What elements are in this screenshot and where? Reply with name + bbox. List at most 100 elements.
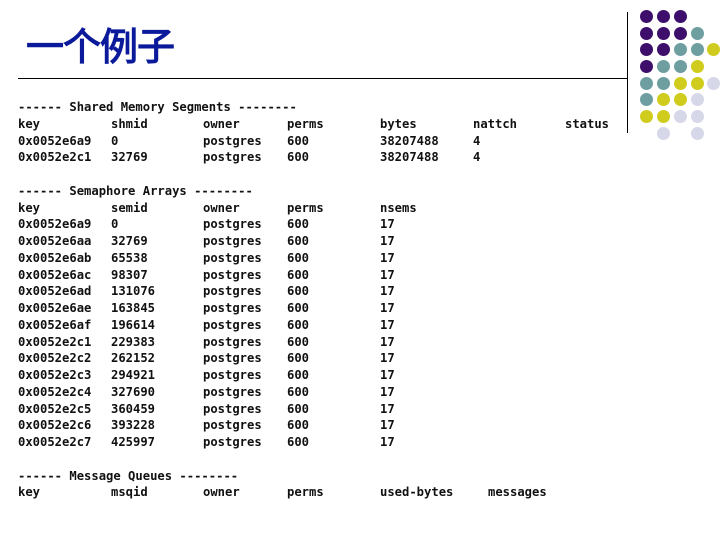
table-row-cell: 17: [380, 284, 395, 299]
section-header-semaphores: ------ Semaphore Arrays --------: [18, 183, 253, 198]
table-row: 0x0052e6ad 131076 postgres 600 17: [18, 284, 395, 301]
column-headers-message-queues-cell: used-bytes: [380, 485, 454, 500]
table-row-cell: 600: [287, 234, 310, 248]
dot-purple: [640, 59, 653, 73]
table-row-cell: 0x0052e6ac: [18, 267, 92, 282]
table-row-cell: 32769: [111, 234, 148, 248]
dot-yellow: [657, 93, 670, 106]
title-underline: [18, 78, 628, 79]
slide-title: 一个例子: [26, 24, 175, 69]
table-row-cell: 600: [287, 284, 310, 299]
dot-lavender: [674, 110, 687, 123]
table-row: 0x0052e6ac 98307 postgres 600 17: [18, 267, 395, 285]
table-row-cell: 17: [380, 435, 395, 449]
table-row-cell: 600: [287, 133, 310, 148]
table-row-cell: postgres: [203, 217, 262, 232]
table-row: 0x0052e6a9 0 postgres 600 17: [18, 217, 395, 234]
table-row-cell: 17: [380, 368, 395, 382]
table-row: 0x0052e2c3 294921 postgres 600 17: [18, 368, 395, 385]
table-row-cell: 262152: [111, 351, 156, 366]
table-row-cell: postgres: [203, 234, 262, 248]
column-headers-shared-memory-cell: nattch: [473, 116, 518, 131]
table-row-cell: 17: [380, 234, 395, 248]
table-row-cell: 38207488: [380, 133, 439, 148]
vertical-divider: [627, 12, 628, 133]
table-row-cell: 600: [287, 150, 310, 165]
table-row-cell: 4: [473, 133, 481, 148]
table-row-cell: 0x0052e6af: [18, 317, 92, 332]
column-headers-message-queues-cell: msqid: [111, 485, 148, 500]
table-row-cell: 0x0052e6a9: [18, 217, 92, 232]
table-row-cell: 425997: [111, 435, 156, 449]
table-row-cell: 229383: [111, 334, 156, 349]
table-row-cell: 600: [287, 418, 310, 433]
table-row-cell: postgres: [203, 435, 262, 449]
table-row: 0x0052e2c7 425997 postgres 600 17: [18, 435, 395, 452]
table-row-cell: 0x0052e2c4: [18, 384, 92, 399]
table-row: 0x0052e6a9 0 postgres 600 38207488 4: [18, 133, 480, 151]
dot-teal: [640, 93, 653, 106]
table-row-cell: 17: [380, 250, 395, 265]
column-headers-message-queues: key msqid owner perms used-bytes messages: [18, 485, 547, 502]
dot-grid-decoration: [640, 10, 720, 145]
table-row-cell: postgres: [203, 301, 262, 315]
dot-teal: [674, 43, 687, 56]
table-row: 0x0052e6aa 32769 postgres 600 17: [18, 234, 395, 251]
table-row-cell: 0x0052e2c7: [18, 435, 92, 449]
dot-teal: [674, 59, 687, 73]
column-headers-shared-memory-cell: status: [565, 116, 610, 131]
table-row-cell: 0x0052e2c1: [18, 150, 92, 165]
dot-purple: [657, 26, 670, 40]
table-row-cell: postgres: [203, 418, 262, 433]
dot-teal: [691, 43, 704, 56]
column-headers-semaphores-cell: semid: [111, 200, 148, 215]
column-headers-message-queues-cell: messages: [488, 485, 547, 500]
table-row-cell: 600: [287, 351, 310, 366]
dot-purple: [674, 10, 687, 23]
table-row-cell: 17: [380, 384, 395, 399]
table-row-cell: 17: [380, 334, 395, 349]
dot-purple: [674, 26, 687, 40]
table-row-cell: 0x0052e6ae: [18, 301, 92, 315]
table-row-cell: 196614: [111, 317, 156, 332]
table-row: 0x0052e2c2 262152 postgres 600 17: [18, 351, 395, 368]
dot-yellow: [674, 93, 687, 106]
column-headers-shared-memory: key shmid owner perms bytes nattch status: [18, 116, 609, 134]
table-row-cell: 600: [287, 250, 310, 265]
table-row-cell: 17: [380, 418, 395, 433]
table-row-cell: 0: [111, 217, 119, 232]
column-headers-shared-memory-cell: key: [18, 116, 41, 131]
table-row-cell: postgres: [203, 267, 262, 282]
dot-yellow: [691, 76, 704, 90]
table-row-cell: 131076: [111, 284, 156, 299]
dot-yellow: [707, 43, 720, 56]
column-headers-shared-memory-cell: shmid: [111, 116, 148, 131]
dot-lavender: [707, 76, 720, 90]
table-row-cell: 65538: [111, 250, 148, 265]
dot-yellow: [640, 110, 653, 123]
table-row-cell: 600: [287, 384, 310, 399]
table-row-cell: 17: [380, 351, 395, 366]
table-row-cell: 393228: [111, 418, 156, 433]
table-row-cell: 0x0052e6aa: [18, 234, 92, 248]
table-row: 0x0052e2c6 393228 postgres 600 17: [18, 418, 395, 435]
table-row-cell: 0x0052e6ad: [18, 284, 92, 299]
dot-teal: [691, 26, 704, 40]
table-row: 0x0052e2c4 327690 postgres 600 17: [18, 384, 395, 402]
table-row: 0x0052e6ae 163845 postgres 600 17: [18, 301, 395, 318]
dot-purple: [657, 10, 670, 23]
table-row-cell: 0x0052e6a9: [18, 133, 92, 148]
column-headers-semaphores-cell: key: [18, 200, 41, 215]
table-row-cell: 17: [380, 217, 395, 232]
column-headers-message-queues-cell: owner: [203, 485, 240, 500]
dot-purple: [640, 43, 653, 56]
table-row-cell: 32769: [111, 150, 148, 165]
ipcs-output: ------ Shared Memory Segments -------- ke…: [18, 100, 609, 502]
table-row-cell: 17: [380, 301, 395, 315]
column-headers-semaphores-cell: perms: [287, 200, 324, 215]
table-row: 0x0052e2c1 229383 postgres 600 17: [18, 334, 395, 352]
table-row-cell: 0x0052e2c5: [18, 401, 92, 416]
table-row-cell: postgres: [203, 368, 262, 382]
table-row-cell: 600: [287, 217, 310, 232]
